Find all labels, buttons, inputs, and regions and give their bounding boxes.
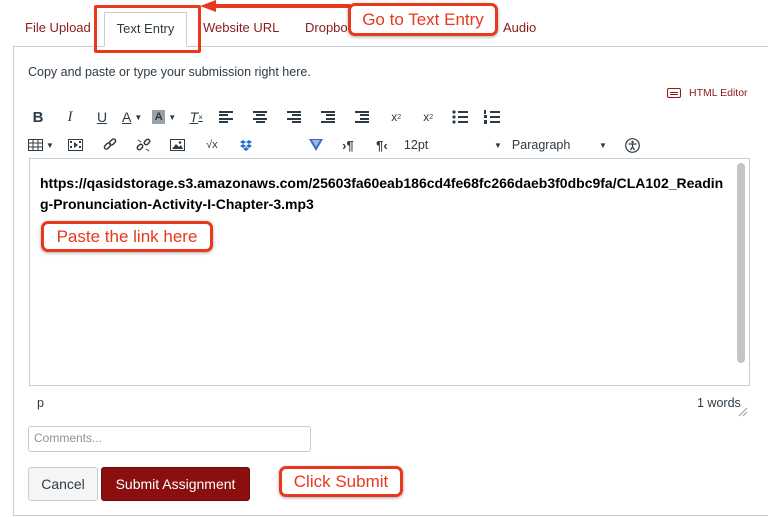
ltr-direction-button[interactable]: ›¶ xyxy=(338,134,358,156)
element-path: p xyxy=(37,396,44,410)
unlink-button[interactable] xyxy=(134,134,154,156)
bullet-list-icon xyxy=(452,110,469,124)
bold-button[interactable]: B xyxy=(28,106,48,128)
toolbar-row-2: ▼ √x ›¶ ¶‹ 12pt ▼ Paragraph ▼ xyxy=(28,133,650,157)
paragraph-format-select[interactable]: Paragraph ▼ xyxy=(512,134,607,156)
numbered-list-button[interactable] xyxy=(482,106,502,128)
image-icon xyxy=(170,139,186,151)
bullet-list-button[interactable] xyxy=(450,106,470,128)
text-entry-highlight xyxy=(94,5,201,53)
dropbox-button[interactable] xyxy=(236,134,256,156)
dropbox-icon xyxy=(239,139,252,151)
keyboard-icon xyxy=(667,88,681,98)
image-button[interactable] xyxy=(168,134,188,156)
editor-content[interactable]: https://qasidstorage.s3.amazonaws.com/25… xyxy=(40,173,730,215)
paragraph-format-caret: ▼ xyxy=(599,140,607,150)
outdent-icon xyxy=(321,111,336,123)
toolbar-row-1: B I U A ▼ A ▼ T × x2 x2 xyxy=(28,105,509,129)
instructions-text: Copy and paste or type your submission r… xyxy=(28,65,311,79)
table-button[interactable]: ▼ xyxy=(28,134,54,156)
rtl-direction-button[interactable]: ¶‹ xyxy=(372,134,392,156)
outdent-button[interactable] xyxy=(318,106,338,128)
subscript-button[interactable]: x2 xyxy=(418,106,438,128)
underline-button[interactable]: U xyxy=(92,106,112,128)
tab-audio[interactable]: Audio xyxy=(503,20,536,35)
math-equation-button[interactable]: √x xyxy=(202,134,222,156)
link-button[interactable] xyxy=(100,134,120,156)
tab-file-upload[interactable]: File Upload xyxy=(25,20,91,35)
editor-scrollbar[interactable] xyxy=(737,163,745,363)
table-icon xyxy=(28,139,43,151)
html-editor-label: HTML Editor xyxy=(689,87,748,99)
media-icon xyxy=(68,139,84,151)
indent-button[interactable] xyxy=(352,106,372,128)
media-button[interactable] xyxy=(66,134,86,156)
indent-icon xyxy=(355,111,370,123)
resize-grip-icon[interactable] xyxy=(738,407,748,417)
align-center-icon xyxy=(253,111,268,123)
paragraph-format-value: Paragraph xyxy=(511,138,571,152)
clear-formatting-button[interactable]: T × xyxy=(186,106,206,128)
background-color-button[interactable]: A ▼ xyxy=(152,106,176,128)
submit-assignment-button[interactable]: Submit Assignment xyxy=(101,467,250,501)
font-size-select[interactable]: 12pt ▼ xyxy=(404,134,502,156)
html-editor-link[interactable]: HTML Editor xyxy=(667,87,748,99)
comments-field[interactable] xyxy=(28,426,311,452)
accessibility-icon xyxy=(625,137,641,153)
link-icon xyxy=(103,138,117,150)
align-left-icon xyxy=(219,111,234,123)
tab-dropbox[interactable]: Dropbo xyxy=(305,20,348,35)
superscript-button[interactable]: x2 xyxy=(386,106,406,128)
word-count: 1 words xyxy=(697,396,741,410)
callout-go-to-text-entry: Go to Text Entry xyxy=(348,3,498,36)
callout-click-submit: Click Submit xyxy=(279,466,403,497)
v-chevron-icon xyxy=(308,139,323,151)
align-right-icon xyxy=(287,111,302,123)
numbered-list-icon xyxy=(484,110,501,124)
arrow-icon xyxy=(200,0,350,12)
unlink-icon xyxy=(136,138,151,151)
rich-text-editor[interactable]: https://qasidstorage.s3.amazonaws.com/25… xyxy=(29,158,750,386)
cancel-button[interactable]: Cancel xyxy=(28,467,98,501)
accessibility-checker-button[interactable] xyxy=(623,134,643,156)
callout-paste-link: Paste the link here xyxy=(41,221,213,252)
font-size-caret: ▼ xyxy=(494,140,502,150)
align-center-button[interactable] xyxy=(250,106,270,128)
v-tool-button[interactable] xyxy=(306,134,326,156)
tab-website-url[interactable]: Website URL xyxy=(203,20,279,35)
align-right-button[interactable] xyxy=(284,106,304,128)
italic-button[interactable]: I xyxy=(60,106,80,128)
font-size-value: 12pt xyxy=(403,138,429,152)
align-left-button[interactable] xyxy=(216,106,236,128)
text-color-button[interactable]: A ▼ xyxy=(122,106,142,128)
